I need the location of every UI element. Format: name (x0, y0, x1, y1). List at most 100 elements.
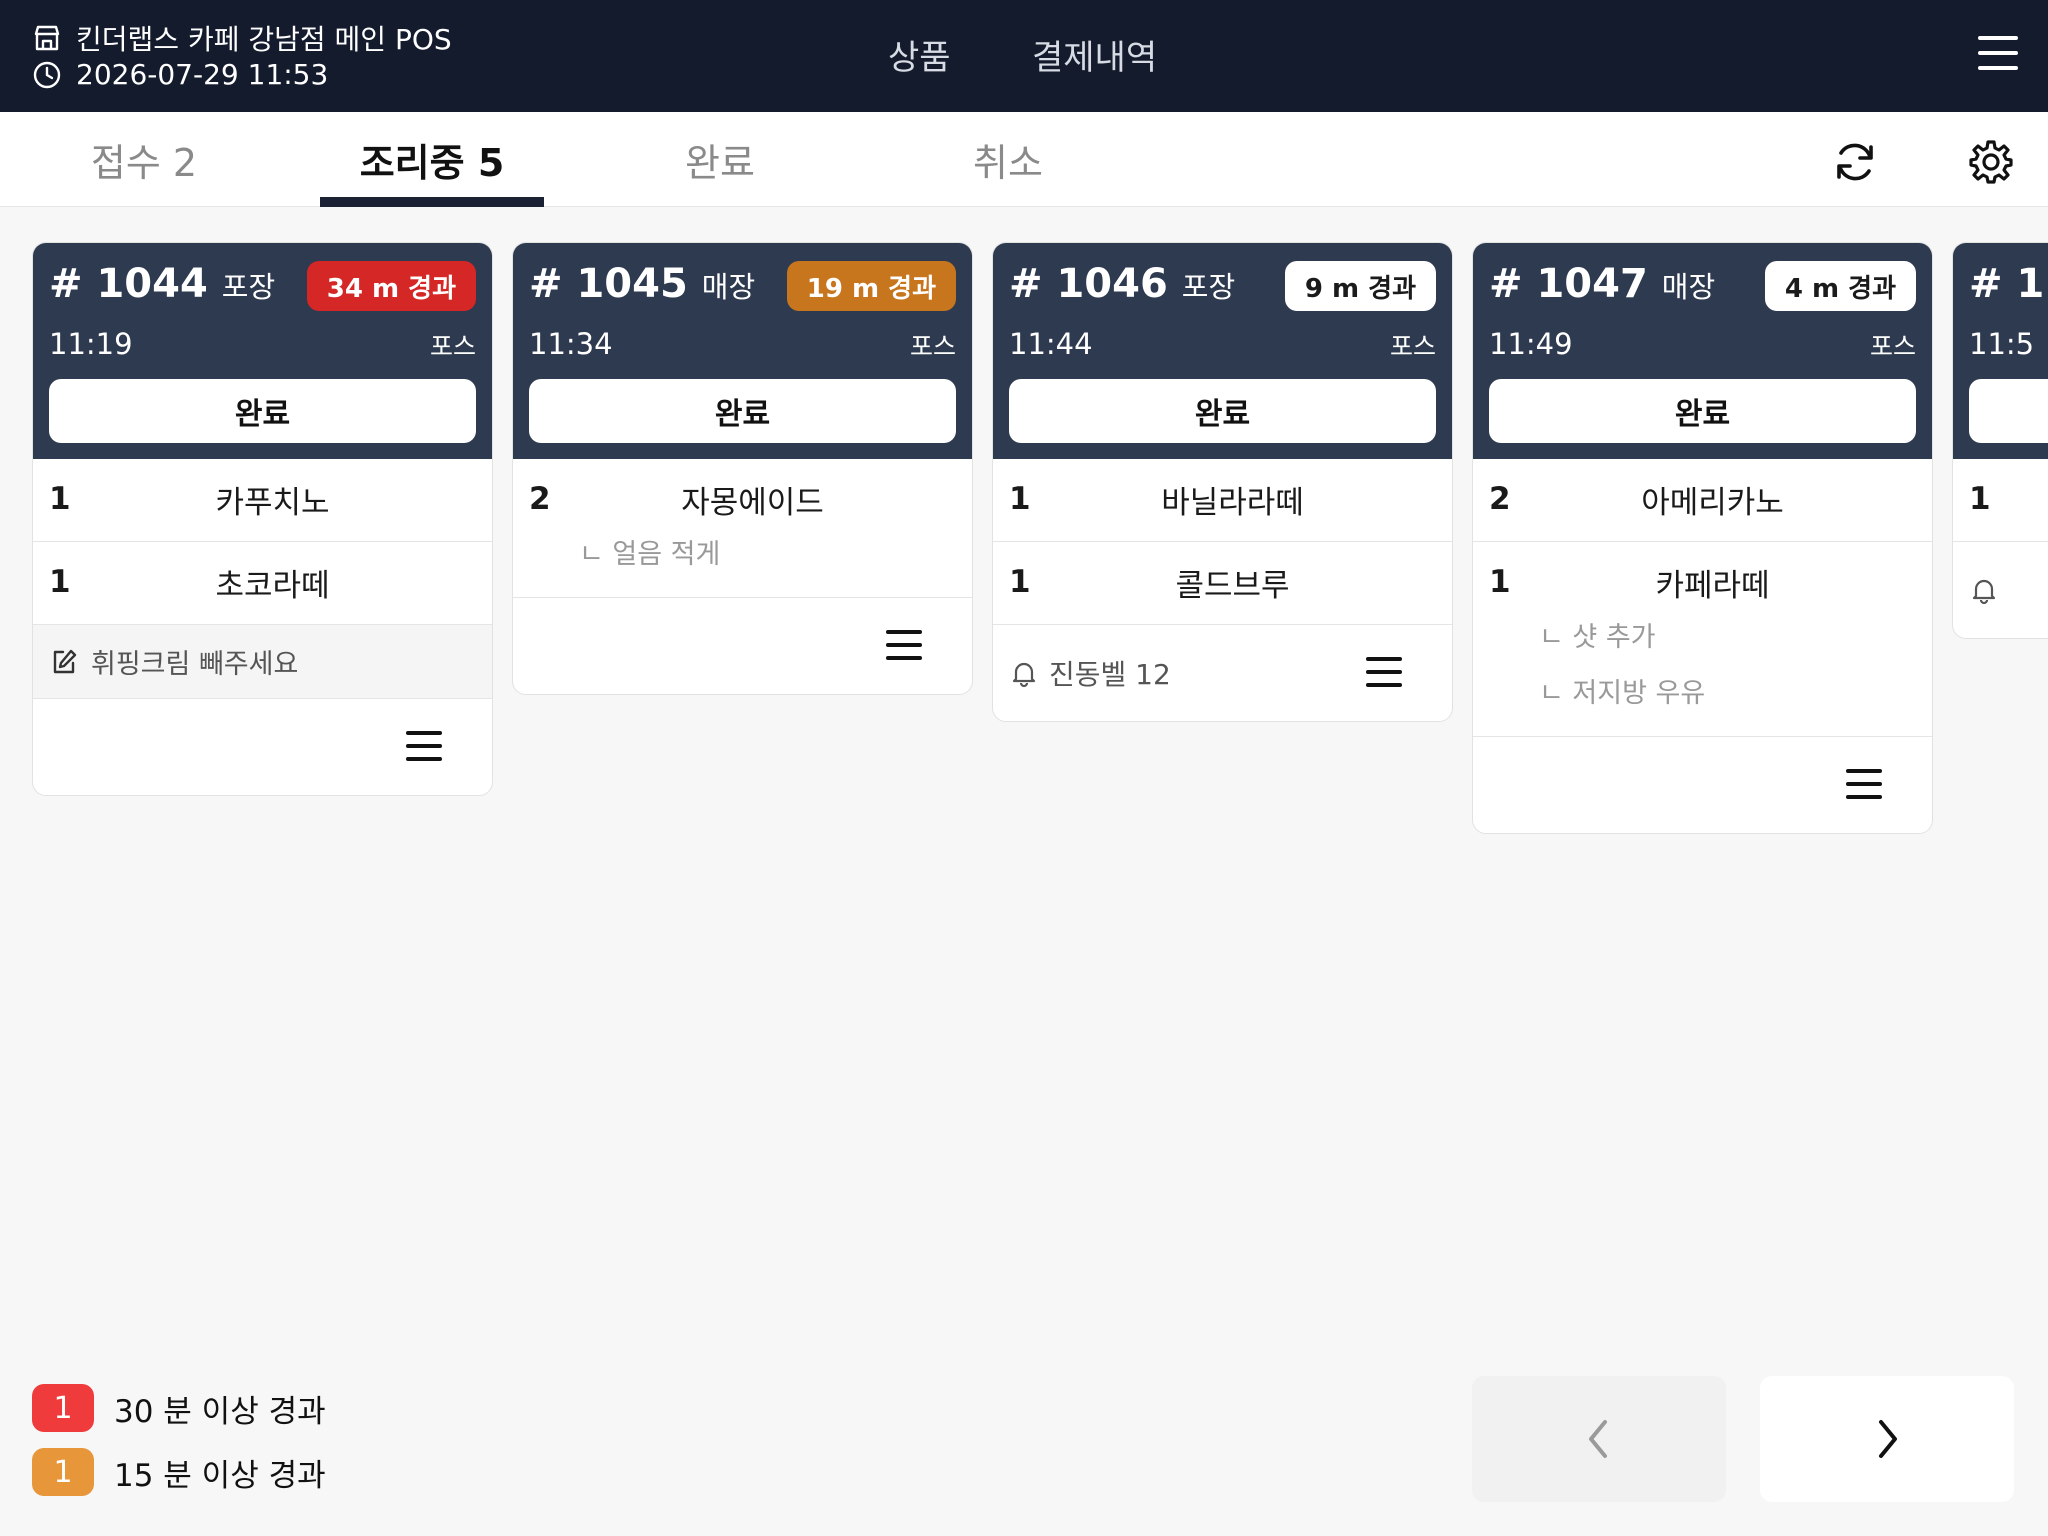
tab-cancelled[interactable]: 취소 (928, 132, 1088, 207)
item-qty: 1 (1009, 564, 1031, 600)
order-number: # 1047 (1489, 261, 1648, 307)
order-card-partial: # 1 11:5 1 (1952, 242, 2048, 639)
order-time: 11:44 (1009, 327, 1093, 361)
order-number: # 1044 (49, 261, 208, 307)
item-name: 카페라떼 (1655, 567, 1770, 604)
elapsed-badge: 4 m 경과 (1764, 261, 1916, 311)
item-option: ㄴ 저지방 우유 (1539, 677, 1706, 709)
legend-over-30: 1 30 분 이상 경과 (32, 1384, 326, 1432)
nav-payments[interactable]: 결제내역 (1032, 30, 1157, 79)
complete-button[interactable]: 완료 (1009, 379, 1436, 443)
order-source: 포스 (429, 332, 476, 361)
elapsed-badge: 34 m 경과 (306, 261, 476, 311)
order-menu-icon[interactable] (406, 731, 442, 761)
order-number: # 1046 (1009, 261, 1168, 307)
order-card: # 1045 매장 19 m 경과 11:34 포스 완료 2 자몽에이드 ㄴ 얼음… (512, 242, 973, 695)
store-info: 킨더랩스 카페 강남점 메인 POS (32, 18, 452, 58)
complete-button[interactable]: 완료 (529, 379, 956, 443)
complete-button[interactable]: 완료 (1489, 379, 1916, 443)
order-type: 포장 (1181, 270, 1236, 304)
order-memo: 휘핑크림 빼주세요 (33, 625, 492, 699)
order-footer (513, 598, 972, 694)
gear-icon[interactable] (1966, 137, 2016, 187)
item-option: ㄴ 얼음 적게 (579, 538, 721, 570)
order-header: # 1047 매장 4 m 경과 11:49 포스 완료 (1473, 243, 1932, 459)
order-item: 1 바닐라라떼 (993, 459, 1452, 542)
order-item: 1 카페라떼 ㄴ 샷 추가 ㄴ 저지방 우유 (1473, 542, 1932, 737)
item-name: 바닐라라떼 (1161, 484, 1304, 521)
order-item: 2 자몽에이드 ㄴ 얼음 적게 (513, 459, 972, 598)
store-icon (34, 25, 60, 51)
order-header: # 1044 포장 34 m 경과 11:19 포스 완료 (33, 243, 492, 459)
item-name: 초코라떼 (215, 567, 330, 604)
elapsed-badge: 19 m 경과 (786, 261, 956, 311)
order-menu-icon[interactable] (886, 630, 922, 660)
order-menu-icon[interactable] (1366, 657, 1402, 687)
legend-over-15: 1 15 분 이상 경과 (32, 1448, 326, 1496)
legend-count-badge: 1 (32, 1448, 94, 1496)
order-time: 11:34 (529, 327, 613, 361)
order-type: 포장 (221, 270, 276, 304)
order-card: # 1047 매장 4 m 경과 11:49 포스 완료 2 아메리카노 1 카페라떼… (1472, 242, 1933, 834)
tab-label: 취소 (973, 141, 1043, 185)
order-footer (1953, 542, 2048, 638)
order-number-group: # 1046 포장 (1009, 261, 1235, 307)
item-option: ㄴ 샷 추가 (1539, 621, 1656, 653)
store-name: 킨더랩스 카페 강남점 메인 POS (76, 23, 452, 56)
item-qty: 2 (529, 481, 551, 517)
chevron-left-icon (1589, 1420, 1607, 1458)
order-type: 매장 (1661, 270, 1716, 304)
order-item: 1 (1953, 459, 2048, 542)
order-time: 11:19 (49, 327, 133, 361)
item-name: 자몽에이드 (681, 484, 824, 521)
top-bar: 킨더랩스 카페 강남점 메인 POS 2026-07-29 11:53 상품 결… (0, 0, 2048, 112)
edit-icon (53, 649, 77, 673)
elapsed-badge: 9 m 경과 (1284, 261, 1436, 311)
complete-button[interactable]: 완료 (49, 379, 476, 443)
order-item: 2 아메리카노 (1473, 459, 1932, 542)
order-card: # 1044 포장 34 m 경과 11:19 포스 완료 1 카푸치노 1 초코라떼… (32, 242, 493, 796)
prev-page-button[interactable] (1472, 1376, 1726, 1502)
order-source: 포스 (1869, 332, 1916, 361)
order-header: # 1045 매장 19 m 경과 11:34 포스 완료 (513, 243, 972, 459)
item-qty: 1 (49, 481, 71, 517)
chevron-right-icon (1879, 1420, 1897, 1458)
datetime-text: 2026-07-29 11:53 (76, 58, 329, 91)
tab-cooking[interactable]: 조리중 5 (320, 132, 544, 207)
order-time: 11:49 (1489, 327, 1573, 361)
item-qty: 2 (1489, 481, 1511, 517)
tab-received[interactable]: 접수 2 (56, 132, 232, 207)
order-number-group: # 1044 포장 (49, 261, 275, 307)
complete-button[interactable] (1969, 379, 2048, 443)
order-item: 1 카푸치노 (33, 459, 492, 542)
order-number: # 1 (1969, 261, 2045, 307)
item-qty: 1 (1009, 481, 1031, 517)
menu-icon[interactable] (1978, 36, 2018, 70)
pager-bell: 진동벨 12 (1009, 653, 1171, 693)
next-page-button[interactable] (1760, 1376, 2014, 1502)
order-menu-icon[interactable] (1846, 769, 1882, 799)
legend-label: 15 분 이상 경과 (114, 1457, 326, 1494)
nav-products[interactable]: 상품 (888, 30, 951, 79)
order-source: 포스 (909, 332, 956, 361)
tab-active-indicator (320, 197, 544, 207)
item-name: 카푸치노 (215, 484, 330, 521)
refresh-icon[interactable] (1830, 137, 1880, 187)
tab-completed[interactable]: 완료 (640, 132, 800, 207)
order-header: # 1046 포장 9 m 경과 11:44 포스 완료 (993, 243, 1452, 459)
item-qty: 1 (1969, 481, 1991, 517)
order-number-group: # 1047 매장 (1489, 261, 1715, 307)
bell-icon (1972, 579, 1996, 605)
datetime: 2026-07-29 11:53 (32, 58, 328, 91)
item-name: 아메리카노 (1641, 484, 1784, 521)
bell-text: 진동벨 12 (1049, 658, 1171, 691)
clock-icon (33, 61, 61, 88)
order-footer: 진동벨 12 (993, 625, 1452, 721)
order-number-group: # 1 (1969, 261, 2044, 307)
bell-icon (1012, 662, 1036, 688)
order-footer (1473, 737, 1932, 833)
order-number: # 1045 (529, 261, 688, 307)
tab-label: 완료 (685, 141, 755, 185)
order-card: # 1046 포장 9 m 경과 11:44 포스 완료 1 바닐라라떼 1 콜드브루… (992, 242, 1453, 722)
order-header: # 1 11:5 (1953, 243, 2048, 459)
